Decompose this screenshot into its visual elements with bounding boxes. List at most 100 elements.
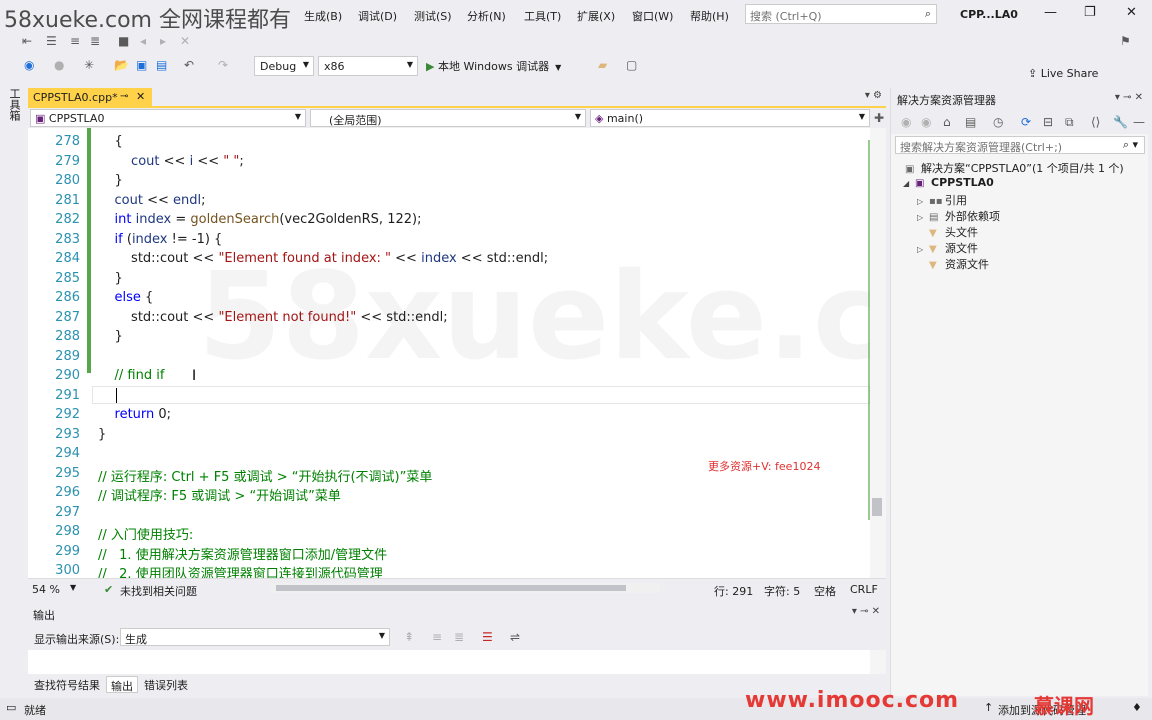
save-icon[interactable]: ▣ (136, 58, 147, 72)
bookmark-icon[interactable]: ■ (118, 34, 129, 48)
tab-error-list[interactable]: 错误列表 (140, 676, 192, 693)
undo-icon[interactable]: ↶ (184, 58, 194, 72)
home-icon[interactable]: ⌂ (943, 115, 951, 129)
show-all-files-icon[interactable]: ⧉ (1065, 115, 1074, 130)
expand-icon[interactable]: ▷ (917, 213, 929, 222)
function-value: main() (606, 112, 644, 125)
expanded-icon[interactable]: ◢ (903, 179, 915, 188)
toolbox-tab[interactable]: 工具箱 (6, 88, 22, 121)
screenshot-icon[interactable]: ▢ (626, 58, 637, 72)
tab-output[interactable]: 输出 (106, 676, 138, 693)
code-line: } (98, 329, 123, 344)
scrollbar-thumb[interactable] (276, 585, 626, 591)
find-message-icon[interactable]: ≣ (454, 630, 464, 644)
output-text-area[interactable] (28, 650, 870, 674)
goto-prev-icon[interactable]: ⇞ (404, 630, 414, 644)
close-icon[interactable]: ✕ (136, 90, 145, 103)
pending-changes-icon[interactable]: ◷ (993, 115, 1003, 129)
panel-controls-icon[interactable]: ▾ ⊸ ✕ (1115, 92, 1143, 103)
notification-icon[interactable]: ♦ (1132, 701, 1142, 714)
new-project-icon[interactable]: ✳ (84, 58, 94, 72)
menu-help[interactable]: 帮助(H) (690, 8, 729, 24)
tree-solution[interactable]: ▣ 解决方案“CPPSTLA0”(1 个项目/共 1 个) (905, 160, 1124, 176)
code-token: "Element not found!" (218, 309, 357, 325)
menu-analyze[interactable]: 分析(N) (467, 8, 506, 24)
split-icon[interactable]: ✚ (874, 111, 884, 125)
word-wrap-icon[interactable]: ⇌ (510, 630, 520, 644)
scope-dropdown[interactable]: (全局范围) ▼ (310, 109, 586, 127)
tree-item-resources[interactable]: ▼ 资源文件 (917, 256, 989, 272)
output-source-select[interactable]: 生成 ▼ (120, 628, 390, 646)
solution-search-input[interactable]: 搜索解决方案资源管理器(Ctrl+;) ⌕ ▾ (895, 136, 1145, 154)
platform-select[interactable]: x86 ▼ (318, 56, 418, 76)
editor-vertical-scrollbar[interactable] (870, 128, 886, 578)
uncomment-icon[interactable]: ≣ (90, 34, 100, 48)
config-select[interactable]: Debug ▼ (254, 56, 314, 76)
sync-icon[interactable]: ⟳ (1021, 115, 1031, 129)
align-icon[interactable]: ⇤ (22, 34, 32, 48)
search-input[interactable]: 搜索 (Ctrl+Q) ⌕ (745, 4, 937, 24)
properties-icon[interactable]: 🔧 (1113, 115, 1128, 129)
more-icon[interactable]: — (1133, 115, 1145, 129)
switch-view-icon[interactable]: ▤ (965, 115, 976, 129)
menu-extensions[interactable]: 扩展(X) (577, 8, 615, 24)
open-file-icon[interactable]: 📂 (114, 58, 129, 72)
chevron-down-icon[interactable]: ▼ (70, 583, 76, 592)
project-dropdown[interactable]: ▣ CPPSTLA0 ▼ (30, 109, 306, 127)
tab-find-symbol-results[interactable]: 查找符号结果 (30, 676, 104, 693)
line-number: 279 (55, 153, 80, 169)
find-in-files-icon[interactable]: ▰ (598, 58, 607, 72)
back-icon[interactable]: ◉ (901, 115, 911, 129)
menu-tools[interactable]: 工具(T) (524, 8, 561, 24)
feedback-icon[interactable]: ⚑ (1120, 34, 1131, 48)
clear-bookmark-icon[interactable]: ✕ (180, 34, 190, 48)
tree-item-headers[interactable]: ▼ 头文件 (917, 224, 978, 240)
function-dropdown[interactable]: ◈ main() ▼ (590, 109, 870, 127)
next-bookmark-icon[interactable]: ▸ (160, 34, 166, 48)
prev-bookmark-icon[interactable]: ◂ (140, 34, 146, 48)
expand-icon[interactable]: ▷ (917, 197, 929, 206)
pin-icon[interactable]: ⊸ (120, 91, 128, 102)
forward-icon[interactable]: ● (54, 58, 64, 72)
redo-icon[interactable]: ↷ (218, 58, 228, 72)
indent-icon[interactable]: ☰ (46, 34, 57, 48)
tree-item-external-deps[interactable]: ▷ ▤ 外部依赖项 (917, 208, 1000, 224)
collapse-all-icon[interactable]: ⊟ (1043, 115, 1053, 129)
minimize-icon[interactable]: — (1044, 5, 1057, 20)
references-icon: ▪▪ (929, 196, 943, 207)
solution-explorer-header: 解决方案资源管理器 ▾ ⊸ ✕ (891, 88, 1149, 110)
code-token: index (421, 251, 457, 266)
code-view-icon[interactable]: ⟨⟩ (1091, 115, 1100, 129)
tab-options-icon[interactable]: ▾ ⚙ (865, 90, 882, 101)
clear-all-icon[interactable]: ☰ (482, 630, 493, 644)
forward-icon[interactable]: ◉ (921, 115, 931, 129)
issues-status[interactable]: 未找到相关问题 (120, 583, 197, 599)
start-debug-button[interactable]: ▶ 本地 Windows 调试器 ▼ (426, 58, 561, 74)
menu-test[interactable]: 测试(S) (414, 8, 452, 24)
code-token: << (163, 153, 190, 169)
line-number: 287 (55, 309, 80, 325)
project-label: CPPSTLA0 (931, 176, 994, 189)
tab-cppstla0[interactable]: CPPSTLA0.cpp* ⊸ ✕ (28, 88, 152, 108)
menu-build[interactable]: 生成(B) (304, 8, 342, 24)
zoom-level[interactable]: 54 % (32, 583, 60, 596)
tree-item-references[interactable]: ▷ ▪▪ 引用 (917, 192, 967, 208)
menu-window[interactable]: 窗口(W) (632, 8, 673, 24)
tree-item-sources[interactable]: ▷ ▼ 源文件 (917, 240, 978, 256)
back-icon[interactable]: ◉ (24, 58, 34, 72)
output-scrollbar[interactable] (870, 650, 886, 674)
panel-controls-icon[interactable]: ▾ ⊸ ✕ (852, 606, 880, 617)
menu-debug[interactable]: 调试(D) (358, 8, 397, 24)
comment-icon[interactable]: ≡ (70, 34, 80, 48)
tree-project[interactable]: ◢ ▣ CPPSTLA0 (903, 176, 994, 189)
line-number: 290 (55, 368, 80, 383)
scrollbar-thumb[interactable] (872, 498, 882, 516)
close-icon[interactable]: ✕ (1126, 5, 1137, 20)
goto-next-icon[interactable]: ≡ (432, 630, 442, 644)
save-all-icon[interactable]: ▤ (156, 58, 167, 72)
maximize-icon[interactable]: ❐ (1084, 5, 1096, 20)
code-editor[interactable]: 58xueke.com 2782792802812822832842852862… (28, 128, 870, 578)
editor-horizontal-scrollbar[interactable] (270, 583, 660, 593)
tree-label: 源文件 (945, 242, 978, 255)
expand-icon[interactable]: ▷ (917, 245, 929, 254)
